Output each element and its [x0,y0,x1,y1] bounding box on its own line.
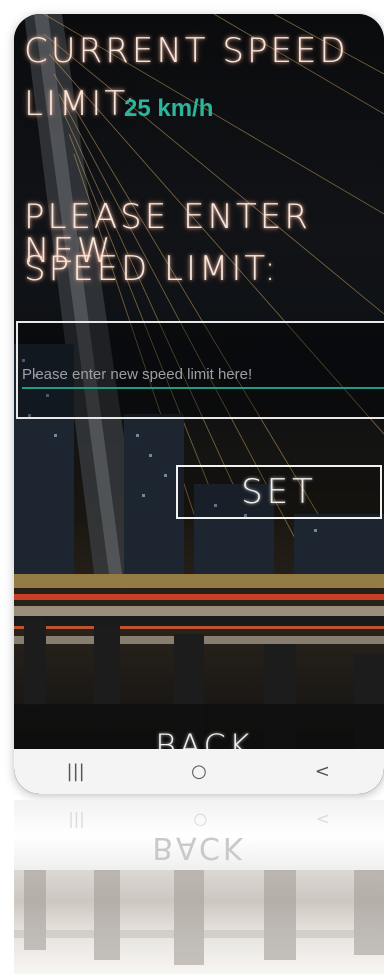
reflection-home-icon: ○ [193,808,208,828]
reflection-recent-icon: ||| [68,808,85,828]
speed-limit-input-box [16,321,384,419]
reflection-back-text: BACK [14,830,384,870]
reflection-back-icon: < [316,808,330,828]
current-speed-label: CURRENT SPEED [24,31,349,71]
back-arrow-icon[interactable]: < [302,757,342,787]
screen-reflection: ||| ○ < BACK [14,800,384,974]
reflection-image [14,870,384,974]
system-navigation-bar: ||| ○ < [14,749,384,794]
phone-screen: CURRENT SPEED LIMIT: 25 km/h PLEASE ENTE… [14,14,384,794]
speed-limit-input[interactable] [22,361,384,389]
speed-limit-label: SPEED LIMIT: [24,249,279,289]
limit-label: LIMIT: [24,84,139,124]
set-button-label: SET [241,472,317,512]
home-icon[interactable]: ○ [179,757,219,787]
current-speed-value: 25 km/h [124,95,214,122]
home-glyph: ○ [191,761,207,782]
back-arrow-glyph: < [314,761,330,782]
reflection-back-label: BACK [152,830,246,865]
recent-apps-glyph: ||| [66,761,85,782]
reflection-railing-illustration [14,870,384,965]
recent-apps-icon[interactable]: ||| [56,757,96,787]
set-button[interactable]: SET [176,465,382,519]
